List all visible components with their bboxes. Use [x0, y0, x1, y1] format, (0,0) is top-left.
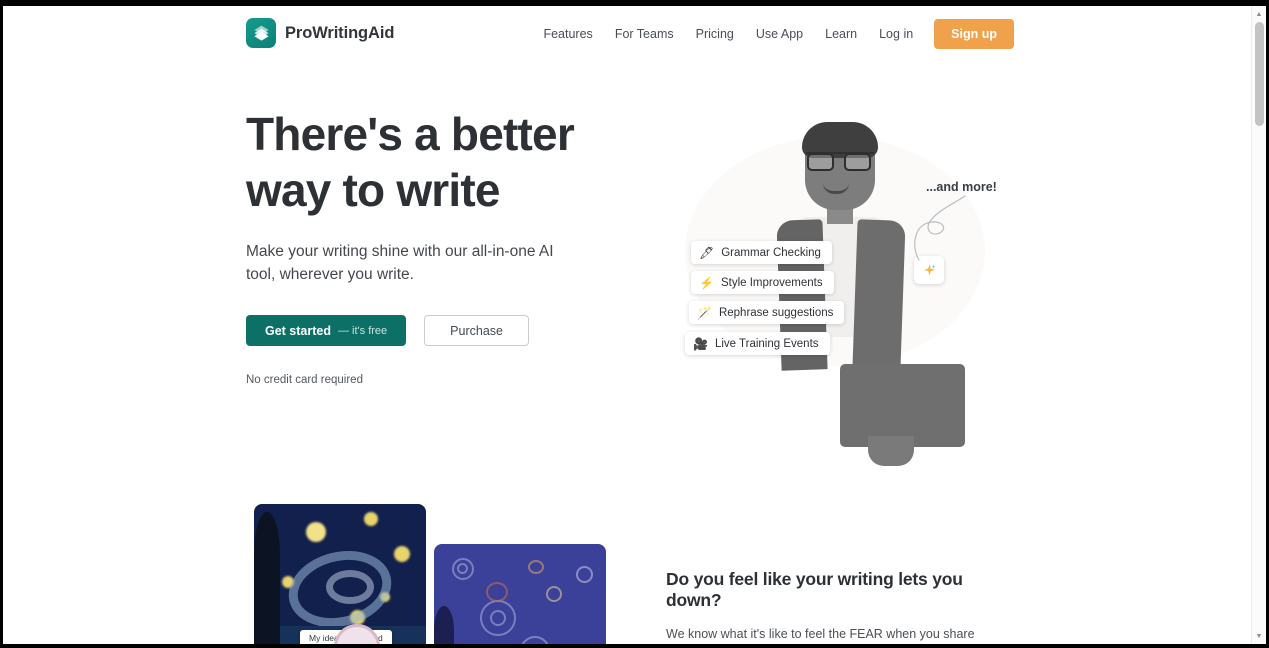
magic-wand-icon: 🪄 — [697, 305, 712, 320]
hero-title-line-1: There's a better — [246, 108, 575, 160]
spiral-doodle — [520, 636, 550, 644]
page-content: ProWritingAid Features For Teams Pricing… — [3, 6, 1251, 644]
feature-chip-live-training-events: 🎥 Live Training Events — [685, 332, 830, 355]
nav-item-learn[interactable]: Learn — [814, 20, 868, 48]
spiral-doodle — [486, 582, 508, 602]
comparison-cards: My idea in my head — [254, 504, 606, 644]
laptop — [840, 364, 965, 447]
purchase-button[interactable]: Purchase — [424, 315, 529, 346]
jacket-right — [852, 219, 906, 371]
browser-frame: ProWritingAid Features For Teams Pricing… — [0, 0, 1269, 648]
feature-chip-label: Style Improvements — [720, 276, 823, 289]
get-started-sublabel: — it's free — [338, 324, 388, 337]
get-started-label: Get started — [265, 323, 331, 338]
vertical-scrollbar[interactable]: ▲ ▼ — [1251, 6, 1266, 644]
callout-loop-line — [914, 195, 966, 261]
page-title: There's a better way to write — [246, 106, 626, 218]
hero-actions: Get started — it's free Purchase — [246, 315, 626, 346]
get-started-button[interactable]: Get started — it's free — [246, 315, 407, 346]
section-title: Do you feel like your writing lets you d… — [666, 569, 963, 610]
spiral-doodle — [546, 586, 562, 602]
sign-up-button[interactable]: Sign up — [934, 19, 1014, 49]
and-more-label: ...and more! — [926, 180, 997, 194]
cypress-tree — [254, 512, 280, 644]
scroll-down-button[interactable]: ▼ — [1252, 629, 1266, 643]
hero-title-line-2: way to write — [246, 164, 500, 216]
feather-pen-icon: 🖋 — [699, 245, 715, 260]
nav-item-pricing[interactable]: Pricing — [685, 20, 745, 48]
scroll-up-button[interactable]: ▲ — [1252, 7, 1266, 21]
site-header: ProWritingAid Features For Teams Pricing… — [3, 6, 1251, 62]
no-credit-card-note: No credit card required — [246, 374, 363, 386]
feature-chip-style-improvements: ⚡ Style Improvements — [691, 271, 834, 294]
star-glow — [394, 546, 410, 562]
video-camera-icon: 🎥 — [693, 336, 708, 351]
swirl — [326, 570, 374, 604]
feature-chip-rephrase-suggestions: 🪄 Rephrase suggestions — [689, 301, 845, 324]
starry-night-card: My idea in my head — [254, 504, 426, 644]
glasses-icon — [806, 152, 874, 171]
nav-item-for-teams[interactable]: For Teams — [604, 20, 685, 48]
spiral-doodle — [457, 563, 468, 574]
logo-text: ProWritingAid — [285, 23, 395, 42]
hero-illustration: 🖋 Grammar Checking ⚡ Style Improvements … — [663, 106, 1023, 466]
logo[interactable]: ProWritingAid — [246, 18, 394, 48]
scrollbar-thumb[interactable] — [1255, 22, 1264, 126]
cypress-shape — [434, 606, 454, 644]
glasses-lens-left — [807, 153, 834, 171]
spiral-doodle — [528, 560, 544, 574]
hero-copy: There's a better way to write Make your … — [246, 106, 626, 386]
nav-item-features[interactable]: Features — [532, 20, 603, 48]
browser-viewport: ProWritingAid Features For Teams Pricing… — [3, 6, 1266, 644]
nav-item-use-app[interactable]: Use App — [745, 20, 814, 48]
nav-item-log-in[interactable]: Log in — [868, 20, 924, 48]
feature-chip-label: Grammar Checking — [721, 246, 821, 259]
hero-subtitle: Make your writing shine with our all-in-… — [246, 243, 554, 283]
star-glow — [364, 512, 378, 526]
glasses-lens-right — [844, 153, 871, 171]
star-glow — [306, 522, 326, 542]
feature-chip-label: Rephrase suggestions — [718, 306, 834, 319]
section-writing-lets-you-down: Do you feel like your writing lets you d… — [666, 569, 1011, 644]
spiral-doodle — [576, 566, 593, 583]
hand — [868, 436, 914, 466]
section-body: We know what it's like to feel the FEAR … — [666, 627, 975, 641]
spiral-doodle — [490, 610, 506, 626]
feature-chip-label: Live Training Events — [714, 337, 819, 350]
simplified-painting-card — [434, 544, 606, 644]
book-pages-icon — [246, 18, 276, 48]
feature-chip-grammar-checking: 🖋 Grammar Checking — [691, 241, 832, 264]
lightning-bolt-icon: ⚡ — [699, 275, 714, 290]
main-nav: Features For Teams Pricing Use App Learn… — [532, 19, 1014, 49]
